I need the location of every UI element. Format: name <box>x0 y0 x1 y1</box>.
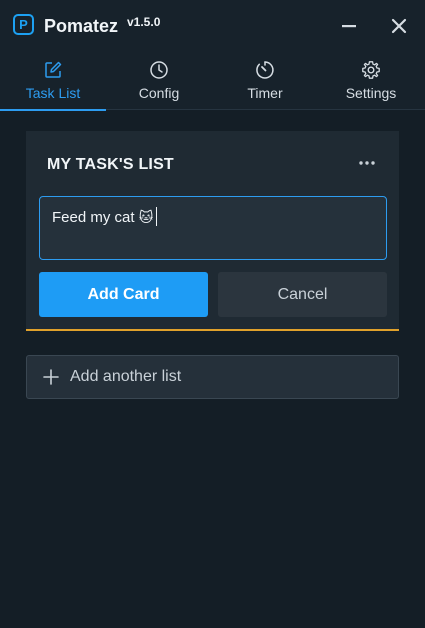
minimize-button[interactable] <box>336 13 362 39</box>
clock-icon <box>150 61 168 79</box>
more-horizontal-icon <box>359 161 375 165</box>
add-card-button[interactable]: Add Card <box>39 272 208 317</box>
app-version: v1.5.0 <box>127 15 161 29</box>
app-logo-icon: P <box>13 14 34 35</box>
list-title: MY TASK'S LIST <box>47 156 174 173</box>
tab-config[interactable]: Config <box>106 52 212 110</box>
add-another-list-button[interactable]: Add another list <box>26 355 399 399</box>
edit-icon <box>45 61 62 78</box>
title-bar: P Pomatez v1.5.0 <box>0 0 425 52</box>
app-logo-letter: P <box>19 17 28 32</box>
cancel-button[interactable]: Cancel <box>218 272 387 317</box>
card-title-input[interactable]: Feed my cat 🐱 <box>39 196 387 260</box>
tab-timer-label: Timer <box>247 85 283 101</box>
tab-settings-label: Settings <box>345 85 397 101</box>
gear-icon <box>362 61 380 79</box>
card-input-text: Feed my cat <box>52 209 135 226</box>
add-another-list-label: Add another list <box>70 368 182 385</box>
tab-task-list[interactable]: Task List <box>0 52 106 111</box>
tab-settings[interactable]: Settings <box>318 52 424 110</box>
app-name: Pomatez <box>44 16 119 36</box>
close-icon <box>391 18 407 34</box>
tab-timer[interactable]: Timer <box>212 52 318 110</box>
task-list-card: MY TASK'S LIST Feed my cat 🐱 Add Card Ca… <box>26 131 399 331</box>
tab-config-label: Config <box>138 85 180 101</box>
nav-bar: Task List Config Timer Settings <box>0 52 425 111</box>
tab-task-list-label: Task List <box>25 85 81 101</box>
minimize-icon <box>342 25 356 28</box>
timer-icon <box>256 61 274 79</box>
list-menu-button[interactable] <box>354 153 380 173</box>
plus-icon <box>43 369 59 385</box>
text-caret <box>156 207 158 226</box>
close-button[interactable] <box>386 13 412 39</box>
cat-emoji: 🐱 <box>138 209 154 225</box>
